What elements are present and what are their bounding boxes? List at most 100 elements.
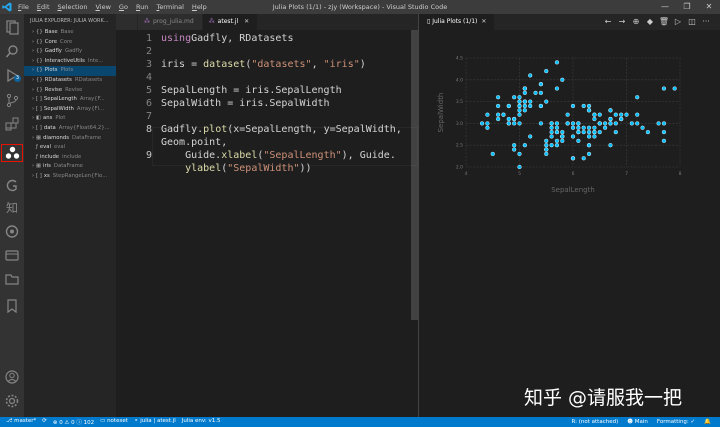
zoom-button[interactable]: ⊕ [630, 14, 642, 30]
menu-run[interactable]: Run [136, 3, 148, 11]
scatter-point [517, 151, 522, 157]
scatter-point [485, 121, 490, 126]
scatter-point [586, 134, 592, 139]
docker-activity-button[interactable] [0, 245, 24, 265]
tree-item-data[interactable]: ›[ ] data Array{Float64,2}... [24, 124, 116, 134]
tree-item-gadfly[interactable]: ›{} Gadfly Gadfly [24, 47, 116, 57]
bookmark-activity-button[interactable] [0, 296, 24, 316]
extensions-activity-button[interactable] [0, 114, 24, 134]
menu-terminal[interactable]: Terminal [156, 3, 183, 11]
menu-selection[interactable]: Selection [58, 3, 88, 11]
back-button[interactable]: ← [602, 14, 614, 30]
close-window-button[interactable]: ✕ [698, 0, 720, 14]
scatter-point [592, 125, 597, 130]
editor-scrollbar[interactable] [411, 30, 418, 320]
notifications-bell-icon[interactable]: 🔔 [704, 419, 711, 425]
forward-button[interactable]: → [616, 14, 628, 30]
tree-item-diamonds[interactable]: › ▦ diamonds DataFrame [24, 134, 116, 144]
source-control-activity-button[interactable] [0, 90, 24, 110]
pin-button[interactable]: ◆ [644, 14, 656, 30]
noteset-status[interactable]: ▭ noteset [100, 418, 128, 426]
tree-item-rdatasets[interactable]: ›{} RDatasets RDatasets [24, 76, 116, 86]
menu-help[interactable]: Help [192, 3, 207, 11]
scatter-point [528, 134, 533, 139]
sync-status[interactable]: ⟳ [42, 418, 47, 426]
more-actions-button[interactable]: ··· [700, 14, 712, 30]
tree-item-base[interactable]: ›{} Base Base [24, 28, 116, 38]
delete-plot-button[interactable]: 🗑 [658, 14, 670, 30]
tree-item-eval[interactable]: ƒ eval eval [24, 143, 116, 153]
remote-activity-button[interactable] [0, 221, 24, 241]
branch-status[interactable]: ⎇ master* [6, 418, 36, 426]
menu-mnemonic: R [135, 3, 141, 11]
tab-julia-plots[interactable]: ▯ Julia Plots (1/1) ✕ [419, 14, 495, 30]
julia-activity-button[interactable] [0, 143, 24, 163]
tree-item-interactiveutils[interactable]: ›{} InteractiveUtils Inte... [24, 57, 116, 67]
git-graph-activity-button[interactable] [0, 175, 24, 195]
explorer-activity-button[interactable] [0, 17, 24, 37]
tree-item-type: Core [60, 38, 73, 45]
editor-tab-0[interactable] [116, 14, 138, 30]
scatter-point [576, 138, 581, 143]
menu-edit[interactable]: Edit [37, 3, 50, 11]
scatter-point [608, 116, 613, 122]
scatter-point [538, 90, 543, 95]
tree-item-ans[interactable]: › ◧ ans Plot [24, 114, 116, 124]
problems-status[interactable]: ⊗ 0 ⚠ 0 ⓘ 102 [53, 418, 94, 426]
tree-item-iris[interactable]: › ▦ iris DataFrame [24, 162, 116, 172]
tree-item-core[interactable]: ›{} Core Core [24, 38, 116, 48]
search-activity-button[interactable] [0, 41, 24, 61]
zhihu-activity-button[interactable]: 知 [0, 197, 24, 217]
r-session-status[interactable]: R: (not attached) [572, 419, 619, 425]
menu-mnemonic: V [95, 3, 100, 11]
symbol-icon: {} [36, 76, 43, 83]
run-button[interactable]: ▷ [672, 14, 684, 30]
tree-item-xs[interactable]: ›[ ] xs StepRangeLen{Flo... [24, 172, 116, 182]
tree-item-sepallength[interactable]: ›[ ] SepalLength Array{F... [24, 95, 116, 105]
code-line: Geom.point, [116, 136, 418, 149]
minimize-button[interactable]: — [654, 0, 676, 14]
menu-file[interactable]: File [18, 3, 29, 11]
julia-file-status[interactable]: ⚬ julia | atest.jl [134, 418, 176, 426]
scatter-point [608, 143, 613, 148]
activity-bar: 3知 [0, 14, 24, 417]
formatting-status[interactable]: Formatting: ✓ [657, 419, 695, 425]
scatter-point [517, 95, 522, 100]
code-token: SepalWidth = iris.SepalWidth [161, 98, 330, 109]
code-token: Geom.point, [161, 137, 228, 148]
julia-module-status[interactable]: ☻ Main [627, 419, 648, 425]
run-debug-activity-button[interactable]: 3 [0, 65, 24, 85]
tree-item-sepalwidth[interactable]: ›[ ] SepalWidth Array{Fl... [24, 105, 116, 115]
tree-item-include[interactable]: ƒ include include [24, 153, 116, 163]
sidebar-header: JULIA EXPLORER: JULIA WORK... [30, 18, 109, 24]
settings-activity-button[interactable] [0, 391, 24, 411]
tree-item-name: Base [44, 29, 58, 35]
scatter-point [538, 121, 543, 126]
scatter-point [544, 99, 549, 104]
tree-item-type: Inte... [87, 57, 104, 64]
scatter-point [576, 121, 581, 126]
notification-badge: 3 [13, 75, 21, 82]
symbol-icon: {} [36, 38, 43, 45]
julia-file-icon: ⁂ [208, 18, 215, 25]
close-icon[interactable]: ✕ [244, 18, 249, 25]
julia-env-status[interactable]: Julia env: v1.5 [182, 418, 221, 426]
y-tick-label: 4.0 [456, 77, 463, 83]
tree-item-plots[interactable]: ›{} Plots Plots [24, 66, 116, 76]
symbol-icon: ƒ [36, 144, 38, 151]
code-token: (x=SepalLength, y=SepalWidth, [227, 124, 402, 135]
menu-go[interactable]: Go [119, 3, 128, 11]
tree-item-revise[interactable]: ›{} Revise Revise [24, 86, 116, 96]
menu-view[interactable]: View [95, 3, 110, 11]
scatter-point [560, 138, 565, 143]
folder-activity-button[interactable] [0, 269, 24, 289]
code-editor[interactable]: 1 usingGadfly, RDatasets 2 3 iris = dataset(… [116, 30, 418, 417]
editor-tab-2[interactable]: ⁂ atest.jl ✕ [202, 14, 259, 30]
close-icon[interactable]: ✕ [481, 18, 486, 25]
split-editor-button[interactable]: ◫ [686, 14, 698, 30]
account-activity-button[interactable] [0, 367, 24, 387]
editor-tab-1[interactable]: ⁂ prog_julia.md [138, 14, 203, 30]
maximize-button[interactable]: ❐ [676, 0, 698, 14]
code-text: Guide.xlabel("SepalLength"), Guide. [161, 149, 396, 162]
scatter-point [635, 121, 640, 126]
